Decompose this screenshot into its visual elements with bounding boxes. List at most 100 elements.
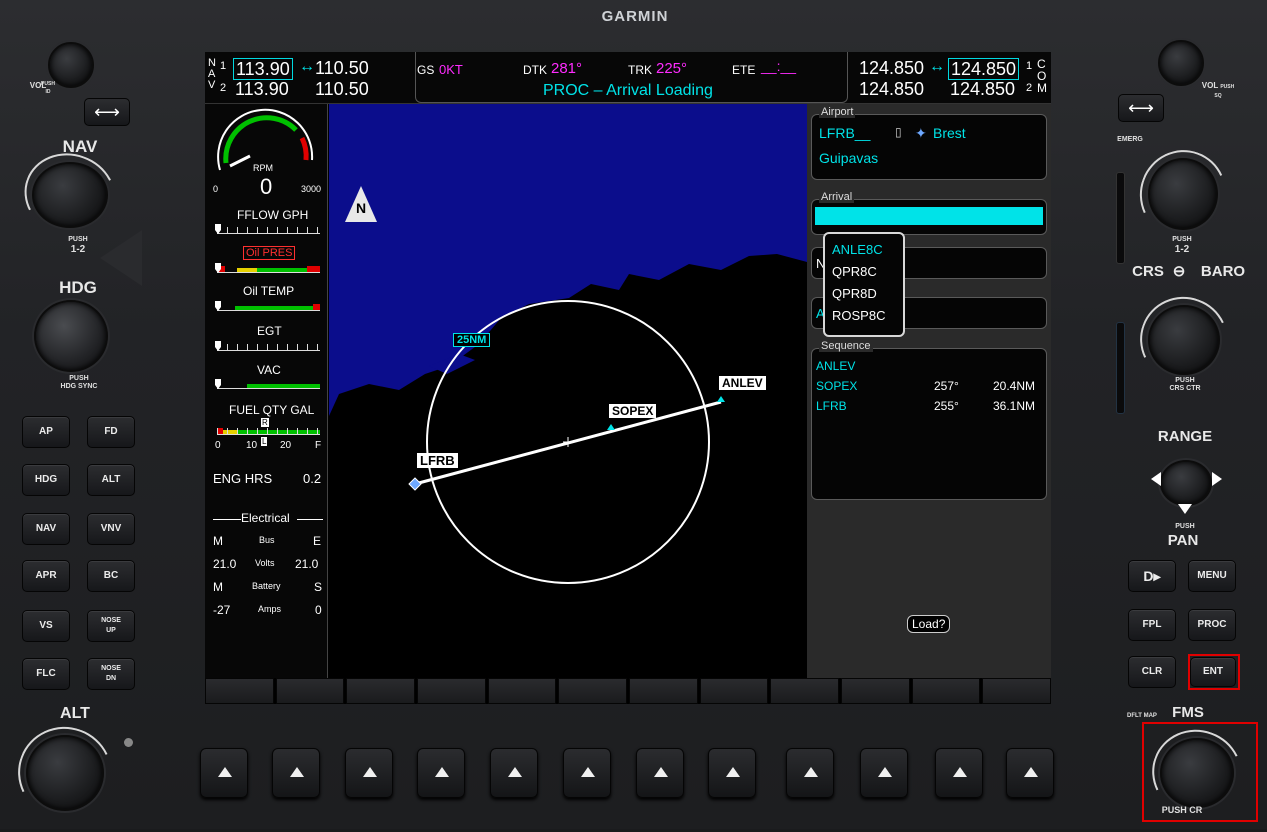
fflow-label: FFLOW GPH <box>237 208 309 222</box>
softkey-12[interactable] <box>1006 748 1054 798</box>
waypoint-lfrb[interactable]: LFRB <box>417 453 458 468</box>
trk-label: TRK <box>628 63 652 77</box>
airport-ident[interactable]: LFRB__ <box>819 125 870 141</box>
fuel-tick-10: 10 <box>246 440 258 451</box>
hdg-knob[interactable] <box>34 300 108 372</box>
vs-button[interactable]: VS <box>22 610 70 642</box>
alt-button[interactable]: ALT <box>87 464 135 496</box>
alt-knob[interactable] <box>26 735 104 811</box>
com-push-label: PUSH <box>1172 236 1192 243</box>
softkey-4[interactable] <box>417 748 465 798</box>
egt-gauge <box>215 341 320 351</box>
nav1-active-freq[interactable]: 113.90 <box>233 58 293 80</box>
rpm-max: 3000 <box>301 184 322 194</box>
crs-baro-icon: ⊖ <box>1172 263 1186 280</box>
arrival-option-anle8c[interactable]: ANLE8C <box>832 242 883 257</box>
softkey-label-4 <box>417 678 486 704</box>
softkey-label-bar <box>205 678 1052 704</box>
nose-up-button[interactable]: NOSE UP <box>87 610 135 642</box>
moving-map[interactable]: N 25NM LFRB SOPEX ANLEV <box>329 104 807 680</box>
direct-to-button[interactable]: D▸ <box>1128 560 1176 592</box>
softkey-8[interactable] <box>708 748 756 798</box>
rpm-min: 0 <box>213 184 219 194</box>
com-swap-arrow-icon: ↔ <box>929 58 945 75</box>
electrical-title: Electrical <box>241 511 290 525</box>
crs-baro-knob[interactable] <box>1148 305 1220 375</box>
vnv-button[interactable]: VNV <box>87 513 135 545</box>
nav1-standby-freq[interactable]: 110.50 <box>315 58 369 79</box>
ete-label: ETE <box>732 63 756 77</box>
bc-button[interactable]: BC <box>87 560 135 592</box>
com-vol-label: VOL PUSH SQ <box>1201 81 1235 100</box>
softkey-10[interactable] <box>860 748 908 798</box>
nav-status-message: PROC – Arrival Loading <box>543 82 713 99</box>
fms-label: FMS <box>1172 704 1204 721</box>
softkey-9[interactable] <box>786 748 834 798</box>
com1-standby-freq[interactable]: 124.850 <box>948 58 1020 80</box>
arrival-option-qpr8c[interactable]: QPR8C <box>832 264 877 279</box>
oil-pres-gauge <box>215 263 320 273</box>
com2-standby-freq[interactable]: 124.850 <box>950 79 1015 100</box>
menu-button[interactable]: MENU <box>1188 560 1236 592</box>
load-prompt[interactable]: Load? <box>907 615 951 633</box>
brand-logo: GARMIN <box>601 8 669 25</box>
hdg-knob-label: HDG <box>59 278 97 297</box>
com-knob[interactable] <box>1148 158 1218 230</box>
com-vol-knob[interactable] <box>1158 40 1204 86</box>
waypoint-sopex[interactable]: SOPEX <box>609 404 657 418</box>
proc-button[interactable]: PROC <box>1188 609 1236 641</box>
softkey-label-6 <box>558 678 628 704</box>
trk-value: 225° <box>656 60 688 77</box>
bus-e: E <box>313 534 322 548</box>
fuel-left-marker: L <box>261 437 268 446</box>
softkey-11[interactable] <box>935 748 983 798</box>
oil-temp-gauge <box>215 301 320 311</box>
apr-button[interactable]: APR <box>22 560 70 592</box>
softkey-5[interactable] <box>490 748 538 798</box>
g1000-bezel: GARMIN VOL PUSH ID ⟷ NAV PUSH 1-2 HDG PU… <box>0 0 1267 829</box>
softkey-7[interactable] <box>636 748 684 798</box>
arrival-option-rosp8c[interactable]: ROSP8C <box>832 308 885 323</box>
pan-left-icon <box>1151 472 1161 486</box>
sequence-dtk-3: 255° <box>934 399 959 413</box>
battery-label: Battery <box>252 581 281 591</box>
softkey-label-9 <box>770 678 840 704</box>
nose-dn-button[interactable]: NOSE DN <box>87 658 135 690</box>
hdg-button[interactable]: HDG <box>22 464 70 496</box>
softkey-3[interactable] <box>345 748 393 798</box>
ap-button[interactable]: AP <box>22 416 70 448</box>
eng-hrs-value: 0.2 <box>303 471 322 486</box>
arrival-option-qpr8d[interactable]: QPR8D <box>832 286 877 301</box>
com1-active-freq[interactable]: 124.850 <box>859 58 924 79</box>
softkey-1[interactable] <box>200 748 248 798</box>
dfltmap-label: DFLT MAP <box>1127 713 1157 719</box>
flc-button[interactable]: FLC <box>22 658 70 690</box>
nav2-index: 2 <box>220 82 227 94</box>
nav-button[interactable]: NAV <box>22 513 70 545</box>
fd-button[interactable]: FD <box>87 416 135 448</box>
egt-label: EGT <box>257 324 282 338</box>
softkey-6[interactable] <box>563 748 611 798</box>
battery-m: M <box>213 580 223 594</box>
com2-active-freq[interactable]: 124.850 <box>859 79 924 100</box>
clr-button[interactable]: CLR <box>1128 656 1176 688</box>
engine-indication-strip: RPM 0 0 3000 FFLOW GPH Oil PRES Oil TEMP… <box>205 104 328 680</box>
nav-letters: NAV <box>208 57 216 91</box>
com-swap-button[interactable]: ⟷ <box>1118 94 1164 122</box>
fpl-button[interactable]: FPL <box>1128 609 1176 641</box>
arrival-selection-field[interactable] <box>815 207 1043 225</box>
airport-name: Guipavas <box>819 150 879 166</box>
ete-value: __:__ <box>761 58 797 74</box>
ent-highlight-box <box>1188 654 1240 690</box>
nav2-standby-freq[interactable]: 110.50 <box>315 79 369 100</box>
nav-swap-button[interactable]: ⟷ <box>84 98 130 126</box>
range-knob[interactable] <box>1160 460 1212 506</box>
nav-knob[interactable] <box>32 162 108 228</box>
fms-highlight-box <box>1142 722 1258 822</box>
softkey-2[interactable] <box>272 748 320 798</box>
airport-city: Brest <box>933 125 966 141</box>
nav2-active-freq[interactable]: 113.90 <box>235 79 289 100</box>
waypoint-anlev[interactable]: ANLEV <box>719 376 766 390</box>
sequence-dist-3: 36.1NM <box>993 399 1036 413</box>
swap-arrow-icon: ⟷ <box>1128 97 1154 118</box>
